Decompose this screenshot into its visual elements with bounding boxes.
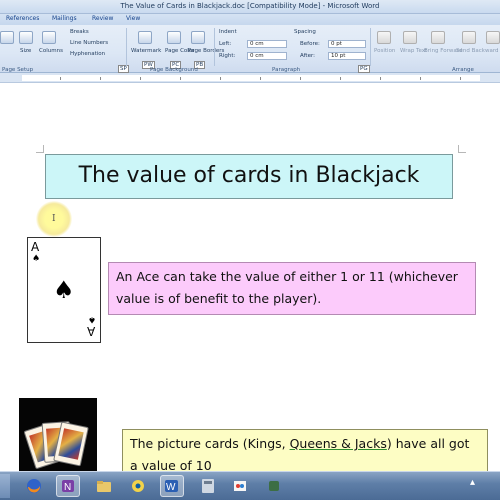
- page-color-icon[interactable]: [167, 31, 181, 44]
- send-backward-icon[interactable]: [462, 31, 476, 44]
- margin-corner-mark: [458, 145, 466, 153]
- spade-icon: ♠: [88, 314, 97, 324]
- ruler-tick: [380, 77, 381, 80]
- ribbon-separator: [370, 28, 371, 66]
- heading-textbox[interactable]: The value of cards in Blackjack: [45, 154, 453, 199]
- position-label[interactable]: Position: [374, 48, 395, 54]
- picture-cards-image[interactable]: [19, 398, 97, 471]
- horizontal-ruler[interactable]: [0, 73, 500, 83]
- tab-mailings[interactable]: Mailings: [52, 15, 77, 22]
- card-rank-top: A: [31, 240, 40, 254]
- ruler-tick: [220, 77, 221, 80]
- line-numbers-button[interactable]: Line Numbers: [70, 40, 108, 46]
- picture-text-part: The picture cards (Kings,: [130, 436, 290, 451]
- position-icon[interactable]: [377, 31, 391, 44]
- ribbon-tabs: References Mailings Review View: [0, 14, 500, 25]
- keytip-pg: PG: [358, 65, 370, 73]
- columns-icon[interactable]: [42, 31, 56, 44]
- document-heading: The value of cards in Blackjack: [78, 163, 420, 188]
- send-backward-label[interactable]: Send Backward: [456, 48, 498, 54]
- tab-references[interactable]: References: [6, 15, 39, 22]
- indent-label: Indent: [219, 29, 237, 35]
- page-borders-icon[interactable]: [191, 31, 205, 44]
- tray-arrow-icon[interactable]: ▴: [470, 477, 475, 488]
- ruler-tick: [260, 77, 261, 80]
- ruler-tick: [460, 77, 461, 80]
- size-label[interactable]: Size: [20, 48, 31, 54]
- spacing-after-input[interactable]: 10 pt: [328, 52, 366, 60]
- bring-forward-icon[interactable]: [431, 31, 445, 44]
- ruler-tick: [420, 77, 421, 80]
- keytip-sp: SP: [118, 65, 129, 73]
- spacing-before-label: Before:: [300, 41, 320, 47]
- ruler-text-area: [22, 75, 480, 81]
- columns-label[interactable]: Columns: [39, 48, 63, 54]
- svg-text:W: W: [166, 482, 176, 493]
- media-icon[interactable]: [126, 475, 150, 497]
- ruler-tick: [300, 77, 301, 80]
- watermark-label[interactable]: Watermark: [131, 48, 161, 54]
- ruler-tick: [340, 77, 341, 80]
- margin-corner-mark: [36, 145, 44, 153]
- ruler-tick: [100, 77, 101, 80]
- spacing-before-input[interactable]: 0 pt: [328, 40, 366, 48]
- picture-cards-text: The picture cards (Kings, Queens & Jacks…: [130, 433, 480, 473]
- spacing-after-label: After:: [300, 53, 315, 59]
- ace-description-textbox[interactable]: An Ace can take the value of either 1 or…: [108, 262, 476, 315]
- ruler-tick: [60, 77, 61, 80]
- taskbar: N W ▴: [0, 471, 500, 500]
- wrap-text-icon[interactable]: [403, 31, 417, 44]
- explorer-icon[interactable]: [92, 475, 116, 497]
- align-icon[interactable]: [486, 31, 500, 44]
- tab-view[interactable]: View: [126, 15, 140, 22]
- picture-cards-textbox[interactable]: The picture cards (Kings, Queens & Jacks…: [122, 429, 488, 474]
- paint-icon[interactable]: [228, 475, 252, 497]
- indent-left-input[interactable]: 0 cm: [247, 40, 287, 48]
- ribbon: Size Columns Breaks Line Numbers Hyphena…: [0, 25, 500, 73]
- unknown-icon[interactable]: [262, 475, 286, 497]
- indent-left-label: Left:: [219, 41, 232, 47]
- watermark-icon[interactable]: [138, 31, 152, 44]
- ruler-tick: [140, 77, 141, 80]
- ibeam-cursor-icon: I: [52, 214, 56, 224]
- onenote-icon[interactable]: N: [56, 475, 80, 497]
- tab-review[interactable]: Review: [92, 15, 113, 22]
- spacing-label: Spacing: [294, 29, 316, 35]
- spade-icon: ♠: [53, 276, 75, 304]
- hyphenation-button[interactable]: Hyphenation: [70, 51, 105, 57]
- title-bar: The Value of Cards in Blackjack.doc [Com…: [0, 0, 500, 14]
- window-title: The Value of Cards in Blackjack.doc [Com…: [120, 2, 380, 10]
- orientation-icon[interactable]: [0, 31, 14, 44]
- start-button[interactable]: [0, 474, 10, 498]
- ribbon-separator: [126, 28, 127, 66]
- ace-description-text: An Ace can take the value of either 1 or…: [116, 269, 458, 306]
- word-icon[interactable]: W: [160, 475, 184, 497]
- size-icon[interactable]: [19, 31, 33, 44]
- ruler-tick: [180, 77, 181, 80]
- indent-right-input[interactable]: 0 cm: [247, 52, 287, 60]
- picture-text-underlined: Queens & Jacks: [289, 436, 387, 451]
- firefox-icon[interactable]: [22, 475, 46, 497]
- calculator-icon[interactable]: [196, 475, 220, 497]
- breaks-button[interactable]: Breaks: [70, 29, 89, 35]
- ribbon-separator: [214, 28, 215, 66]
- indent-right-label: Right:: [219, 53, 236, 59]
- ace-of-spades-card[interactable]: A ♠ ♠ ♠ A: [27, 237, 101, 343]
- card-rank-bottom: A: [87, 324, 96, 338]
- spade-icon: ♠: [32, 254, 41, 264]
- svg-text:N: N: [64, 482, 71, 493]
